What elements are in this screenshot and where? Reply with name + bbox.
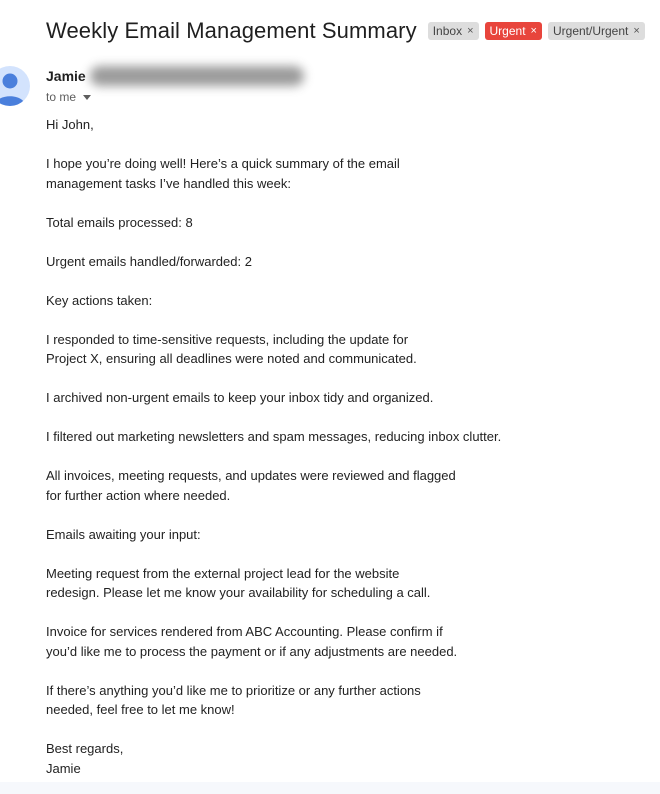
label-chip-urgent[interactable]: Urgent × [484,22,542,40]
label-chips: Inbox × Urgent × Urgent/Urgent × [427,22,645,40]
key-actions-heading: Key actions taken: [46,292,153,308]
footer-strip [0,782,660,794]
remove-label-icon[interactable]: × [531,25,537,37]
subject-row: Weekly Email Management Summary Inbox × … [46,18,645,44]
person-icon [0,73,25,106]
label-text: Inbox [432,24,463,38]
awaiting-item: Meeting request from the external projec… [46,564,636,603]
signature-block: Best regards, Jamie [46,739,636,778]
body-line: I hope you’re doing well! Here’s a quick… [46,156,400,171]
body-line: All invoices, meeting requests, and upda… [46,468,456,483]
chevron-down-icon [83,94,92,100]
recipient-details-toggle[interactable]: to me [46,90,92,104]
recipient-label: to me [46,90,77,104]
body-line: you’d like me to process the payment or … [46,643,458,659]
awaiting-item: Invoice for services rendered from ABC A… [46,622,636,661]
body-line: needed, feel free to let me know! [46,702,235,717]
email-subject: Weekly Email Management Summary [46,18,417,43]
action-item: All invoices, meeting requests, and upda… [46,466,636,505]
action-item: I responded to time-sensitive requests, … [46,330,636,369]
sender-email-redacted [90,66,304,86]
email-view: Weekly Email Management Summary Inbox × … [0,0,660,794]
body-line: I responded to time-sensitive requests, … [46,331,409,347]
remove-label-icon[interactable]: × [467,25,473,37]
action-item: I archived non-urgent emails to keep you… [46,390,434,405]
body-line: management tasks I’ve handled this week: [46,175,291,191]
urgent-emails: Urgent emails handled/forwarded: 2 [46,253,252,269]
body-line: Project X, ensuring all deadlines were n… [46,351,417,366]
label-chip-inbox[interactable]: Inbox × [427,22,479,40]
sender-name[interactable]: Jamie [46,68,86,84]
body-line: Invoice for services rendered from ABC A… [46,624,443,639]
intro-paragraph: I hope you’re doing well! Here’s a quick… [46,154,636,193]
body-line: If there’s anything you’d like me to pri… [46,682,421,698]
awaiting-heading: Emails awaiting your input: [46,526,201,542]
label-chip-urgent-urgent[interactable]: Urgent/Urgent × [547,22,645,40]
signoff: Best regards, [46,741,124,756]
remove-label-icon[interactable]: × [633,25,639,37]
label-text: Urgent/Urgent [552,24,629,38]
sender-avatar[interactable] [0,66,30,106]
body-line: redesign. Please let me know your availa… [46,585,431,600]
signature-name: Jamie [46,760,81,776]
greeting: Hi John, [46,117,94,132]
body-line: Meeting request from the external projec… [46,565,400,581]
action-item: I filtered out marketing newsletters and… [46,429,502,444]
email-body: Hi John, I hope you’re doing well! Here’… [46,115,636,778]
body-line: for further action where needed. [46,487,231,503]
label-text: Urgent [489,24,526,38]
closing-paragraph: If there’s anything you’d like me to pri… [46,681,636,720]
total-emails: Total emails processed: 8 [46,214,193,230]
